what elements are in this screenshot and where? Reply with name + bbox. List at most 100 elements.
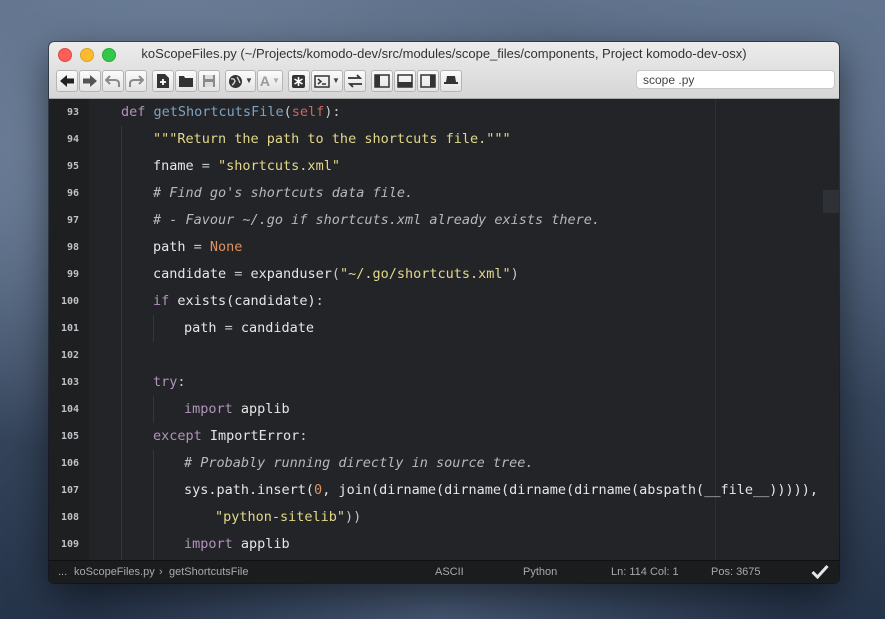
chevron-down-icon: ▼	[245, 76, 253, 85]
code-line: 101 path = candidate	[49, 315, 839, 342]
toolbox-icon	[292, 74, 306, 88]
line-number: 101	[60, 323, 79, 334]
operator-token: =	[185, 239, 210, 255]
new-file-button[interactable]	[152, 70, 174, 92]
globe-icon	[229, 74, 242, 88]
line-number: 105	[60, 431, 79, 442]
punctuation-token: :	[177, 374, 186, 390]
line-number: 94	[66, 134, 79, 145]
terminal-icon	[314, 74, 330, 88]
code-line: 100 if exists(candidate):	[49, 288, 839, 315]
scope-search-input[interactable]	[636, 70, 835, 89]
hat-icon	[443, 76, 458, 84]
number-token: 0	[314, 482, 323, 498]
breadcrumb-separator: ›	[159, 566, 163, 578]
toggle-left-pane-button[interactable]	[370, 70, 393, 92]
line-number: 100	[60, 296, 79, 307]
code-text: path = None	[153, 239, 242, 255]
titlebar: koScopeFiles.py (~/Projects/komodo-dev/s…	[49, 42, 839, 99]
undo-button[interactable]	[102, 70, 124, 92]
save-icon	[203, 75, 215, 87]
punctuation-token: (	[331, 266, 340, 282]
code-line: 107 sys.path.insert(0, join(dirname(dirn…	[49, 477, 839, 504]
code-text: import applib	[184, 401, 290, 417]
line-number: 108	[60, 512, 79, 523]
code-text: if exists(candidate):	[153, 293, 324, 309]
identifier-token: path	[184, 320, 217, 336]
bottom-pane-icon	[397, 74, 413, 88]
code-text: path = candidate	[184, 320, 314, 336]
code-line: 94 """Return the path to the shortcuts f…	[49, 126, 839, 153]
punctuation-token: :	[315, 293, 324, 309]
string-token: "python-sitelib"	[215, 509, 346, 525]
right-pane-icon	[420, 74, 436, 88]
toggle-right-pane-button[interactable]	[416, 70, 439, 92]
code-editor[interactable]: 93 def getShortcutsFile(self): 94 """Ret…	[49, 99, 839, 561]
line-number: 103	[60, 377, 79, 388]
compare-button[interactable]	[343, 70, 366, 92]
code-text: except ImportError:	[153, 428, 307, 444]
code-text: sys.path.insert(0, join(dirname(dirname(…	[184, 482, 818, 498]
save-button[interactable]	[198, 70, 220, 92]
code-line: 108 "python-sitelib"))	[49, 504, 839, 531]
editor-window: koScopeFiles.py (~/Projects/komodo-dev/s…	[49, 42, 839, 583]
identifier-token: applib	[232, 401, 290, 417]
open-folder-icon	[179, 76, 193, 87]
code-text: candidate = expanduser("~/.go/shortcuts.…	[153, 266, 519, 282]
breadcrumb-symbol[interactable]: getShortcutsFile	[169, 566, 248, 578]
comment-text: # Find go's shortcuts data file.	[153, 185, 414, 201]
code-text: import applib	[184, 536, 290, 552]
punctuation-token: :	[299, 428, 308, 444]
line-number: 107	[60, 485, 79, 496]
identifier-token: path	[153, 239, 186, 255]
code-line: 109 import applib	[49, 531, 839, 558]
breadcrumb-file[interactable]: koScopeFiles.py	[74, 566, 155, 578]
toolbox-button[interactable]	[287, 70, 310, 92]
redo-icon	[129, 75, 144, 87]
chevron-down-icon: ▼	[272, 76, 280, 85]
line-number: 104	[60, 404, 79, 415]
identifier-token: expanduser	[250, 266, 332, 282]
punctuation-token: ))	[345, 509, 362, 525]
keyword-token: import	[184, 536, 233, 552]
shell-button[interactable]: ▼	[310, 70, 343, 92]
window-title: koScopeFiles.py (~/Projects/komodo-dev/s…	[141, 46, 747, 61]
punctuation-token: ):	[324, 104, 341, 120]
identifier-token: candidate	[153, 266, 227, 282]
back-button[interactable]	[56, 70, 78, 92]
identifier-token: fname	[153, 158, 194, 174]
line-number: 102	[60, 350, 79, 361]
line-number: 99	[66, 269, 79, 280]
line-number: 98	[66, 242, 79, 253]
toggle-bottom-pane-button[interactable]	[393, 70, 416, 92]
checkmark-icon[interactable]	[811, 564, 829, 579]
toolbar: ▼ A ▼ ▼	[56, 68, 835, 94]
string-token: "shortcuts.xml"	[218, 158, 340, 174]
keyword-token: import	[184, 401, 233, 417]
new-file-icon	[157, 74, 169, 88]
identifier-token: (candidate)	[226, 293, 316, 309]
code-line: 96 # Find go's shortcuts data file.	[49, 180, 839, 207]
undo-icon	[105, 75, 120, 87]
redo-button[interactable]	[125, 70, 147, 92]
line-number: 95	[66, 161, 79, 172]
function-name-token: getShortcutsFile	[153, 104, 284, 120]
code-text: "python-sitelib"))	[215, 509, 361, 525]
encoding-indicator[interactable]: ASCII	[435, 566, 464, 578]
comment-text: # - Favour ~/.go if shortcuts.xml alread…	[153, 212, 601, 228]
identifier-token: candidate	[240, 320, 315, 336]
status-bar: ... koScopeFiles.py › getShortcutsFile A…	[49, 560, 839, 583]
focus-mode-button[interactable]	[439, 70, 462, 92]
identifier-token: ImportError	[201, 428, 300, 444]
font-button[interactable]: A ▼	[256, 70, 283, 92]
open-file-button[interactable]	[175, 70, 197, 92]
forward-button[interactable]	[79, 70, 101, 92]
code-line: 102	[49, 342, 839, 369]
self-token: self	[291, 104, 325, 120]
code-text: """Return the path to the shortcuts file…	[153, 131, 511, 147]
preview-browser-button[interactable]: ▼	[225, 70, 256, 92]
code-line: 97 # - Favour ~/.go if shortcuts.xml alr…	[49, 207, 839, 234]
language-indicator[interactable]: Python	[523, 566, 557, 578]
chevron-down-icon: ▼	[331, 76, 340, 85]
breadcrumb-prefix[interactable]: ...	[58, 566, 67, 578]
